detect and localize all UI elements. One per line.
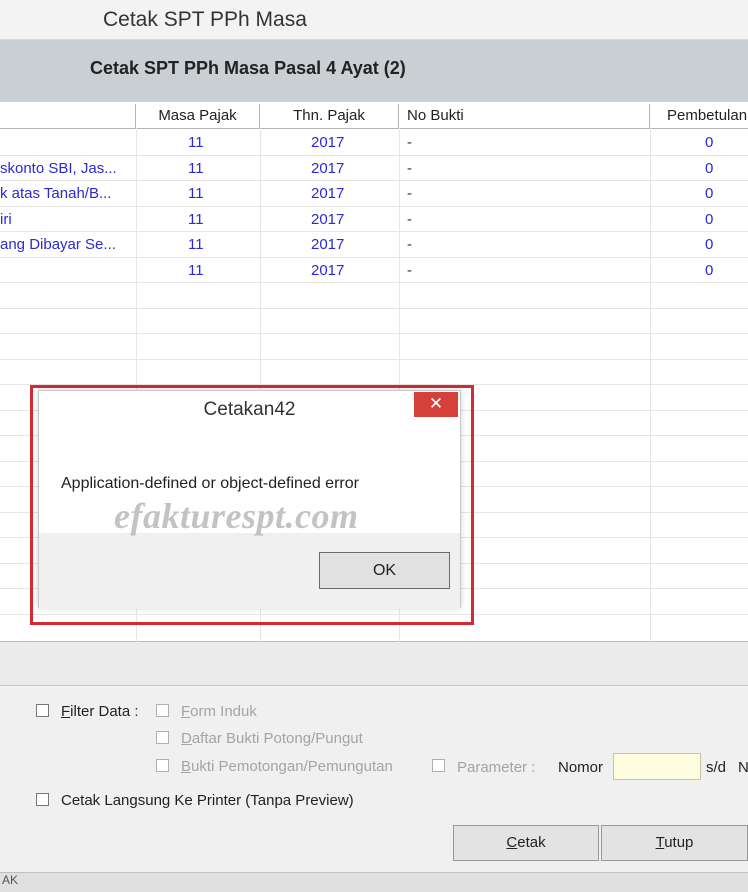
grid-line: [0, 333, 748, 334]
row-masa: 11: [188, 160, 204, 177]
status-bar: AK: [0, 872, 748, 892]
filter-data-checkbox[interactable]: [36, 704, 49, 717]
watermark: efakturespt.com: [114, 496, 359, 536]
parameter-checkbox[interactable]: [432, 759, 445, 772]
row-bukti: -: [407, 185, 412, 202]
close-icon[interactable]: ✕: [414, 392, 458, 417]
row-tahun: 2017: [311, 185, 345, 202]
form-induk-label: Form Induk: [181, 703, 257, 720]
filter-data-label: Filter Data :: [61, 703, 139, 720]
row-pembetulan: 0: [705, 160, 714, 177]
row-tahun: 2017: [311, 262, 345, 279]
nomor-label: Nomor: [558, 759, 604, 776]
row-pembetulan: 0: [705, 134, 714, 151]
window-title: Cetak SPT PPh Masa: [103, 8, 307, 31]
row-masa: 11: [188, 236, 204, 253]
grid-line: [0, 231, 748, 232]
cetak-langsung-checkbox[interactable]: [36, 793, 49, 806]
error-message: Application-defined or object-defined er…: [61, 475, 359, 492]
row-tahun: 2017: [311, 160, 345, 177]
column-header-name[interactable]: [0, 104, 136, 128]
grid-line: [0, 359, 748, 360]
row-name: iri: [0, 211, 12, 228]
row-masa: 11: [188, 211, 204, 228]
row-masa: 11: [188, 262, 204, 279]
row-bukti: -: [407, 236, 412, 253]
column-header-tahun-pajak[interactable]: Thn. Pajak: [260, 104, 399, 128]
form-header: Cetak SPT PPh Masa Pasal 4 Ayat (2): [0, 40, 748, 102]
form-title: Cetak SPT PPh Masa Pasal 4 Ayat (2): [90, 58, 406, 78]
column-header-masa-pajak[interactable]: Masa Pajak: [136, 104, 260, 128]
row-bukti: -: [407, 160, 412, 177]
row-masa: 11: [188, 185, 204, 202]
ok-button[interactable]: OK: [319, 552, 450, 589]
cetak-langsung-label: Cetak Langsung Ke Printer (Tanpa Preview…: [61, 792, 354, 809]
tutup-button[interactable]: Tutup: [601, 825, 748, 861]
status-band: [0, 642, 748, 686]
grid-line: [0, 206, 748, 207]
row-tahun: 2017: [311, 211, 345, 228]
row-masa: 11: [188, 134, 204, 151]
row-pembetulan: 0: [705, 262, 714, 279]
column-header-no-bukti[interactable]: No Bukti: [399, 104, 650, 128]
nomor-end-label: N: [738, 759, 748, 776]
row-name: ang Dibayar Se...: [0, 236, 116, 253]
bukti-pemotongan-label: Bukti Pemotongan/Pemungutan: [181, 758, 393, 775]
daftar-bukti-label: Daftar Bukti Potong/Pungut: [181, 730, 363, 747]
bukti-pemotongan-checkbox[interactable]: [156, 759, 169, 772]
parameter-label: Parameter :: [457, 759, 536, 776]
daftar-bukti-checkbox[interactable]: [156, 731, 169, 744]
header-divider: [0, 128, 748, 129]
form-induk-checkbox[interactable]: [156, 704, 169, 717]
row-tahun: 2017: [311, 236, 345, 253]
row-name: skonto SBI, Jas...: [0, 160, 117, 177]
dialog-title: Cetakan42: [203, 399, 296, 420]
row-pembetulan: 0: [705, 236, 714, 253]
grid-line: [0, 257, 748, 258]
row-bukti: -: [407, 211, 412, 228]
grid-line: [0, 180, 748, 181]
row-pembetulan: 0: [705, 211, 714, 228]
sd-label: s/d: [706, 759, 727, 776]
row-pembetulan: 0: [705, 185, 714, 202]
cetak-button[interactable]: Cetak: [453, 825, 599, 861]
grid-line: [0, 155, 748, 156]
row-tahun: 2017: [311, 134, 345, 151]
grid-line: [0, 282, 748, 283]
nomor-input[interactable]: [613, 753, 701, 780]
column-header-pembetulan[interactable]: Pembetulan: [650, 104, 748, 128]
grid-line: [0, 308, 748, 309]
row-bukti: -: [407, 262, 412, 279]
row-bukti: -: [407, 134, 412, 151]
window-titlebar: Cetak SPT PPh Masa: [0, 0, 748, 40]
row-name: k atas Tanah/B...: [0, 185, 112, 202]
